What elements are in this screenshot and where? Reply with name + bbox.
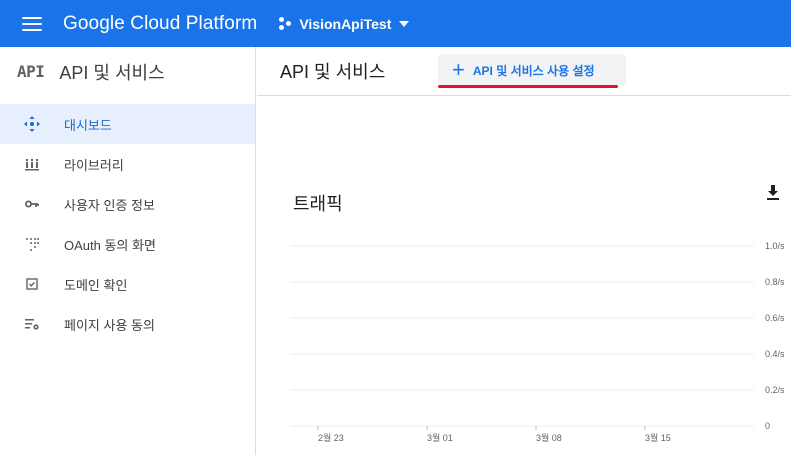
download-icon[interactable] (765, 184, 781, 202)
sidebar-item-label: 도메인 확인 (64, 277, 128, 293)
dashboard-icon (20, 115, 44, 133)
sidebar-item-dashboard[interactable]: 대시보드 (0, 104, 255, 144)
sidebar-item-label: 사용자 인증 정보 (64, 197, 155, 213)
y-tick-label: 0.8/s (765, 277, 785, 287)
y-tick-label: 0 (765, 421, 770, 431)
traffic-chart: 1.0/s 0.8/s 0.6/s 0.4/s 0.2/s 0 2월 23 3월 01 3월 0… (290, 241, 785, 443)
sidebar-item-label: 페이지 사용 동의 (64, 317, 155, 333)
sidebar-item-label: OAuth 동의 화면 (64, 237, 156, 253)
sidebar-item-library[interactable]: 라이브러리 (0, 144, 255, 184)
main-content: API 및 서비스 + API 및 서비스 사용 설정 트래픽 1.0/s 0.8… (257, 47, 791, 455)
x-tick-label: 2월 23 (318, 432, 344, 443)
checkbox-icon (20, 277, 44, 291)
sidebar-item-label: 라이브러리 (64, 157, 124, 173)
key-icon (20, 196, 44, 212)
sidebar-title: API 및 서비스 (59, 62, 165, 83)
project-name: VisionApiTest (299, 15, 392, 32)
enable-apis-label: API 및 서비스 사용 설정 (472, 63, 595, 78)
project-dots-icon (279, 16, 293, 31)
sidebar-item-domain-verification[interactable]: 도메인 확인 (0, 264, 255, 304)
x-tick-label: 3월 01 (427, 432, 453, 443)
top-bar: Google Cloud Platform VisionApiTest (0, 0, 791, 47)
traffic-title: 트래픽 (293, 194, 343, 214)
chevron-down-icon (399, 20, 410, 27)
y-tick-label: 0.2/s (765, 385, 785, 395)
y-tick-label: 0.6/s (765, 313, 785, 323)
x-tick-label: 3월 15 (645, 432, 671, 443)
settings-list-icon (20, 316, 44, 332)
sidebar-nav: 대시보드 라이브러리 사용자 인증 정보 OAuth 동의 화면 도메인 확인 … (0, 104, 255, 344)
library-icon (20, 156, 44, 172)
sidebar-header: API API 및 서비스 (0, 47, 255, 96)
page-title: API 및 서비스 (280, 62, 386, 82)
x-tick-label: 3월 08 (536, 432, 562, 443)
enable-apis-button[interactable]: + API 및 서비스 사용 설정 (438, 54, 626, 86)
sidebar-item-page-usage-agreement[interactable]: 페이지 사용 동의 (0, 304, 255, 344)
plus-icon: + (452, 57, 465, 82)
hamburger-menu-icon[interactable] (20, 12, 44, 36)
sidebar-item-oauth[interactable]: OAuth 동의 화면 (0, 224, 255, 264)
platform-brand[interactable]: Google Cloud Platform (63, 13, 257, 35)
project-selector[interactable]: VisionApiTest (279, 15, 410, 32)
sidebar: API API 및 서비스 대시보드 라이브러리 사용자 인증 정보 OAuth… (0, 47, 256, 455)
main-header: API 및 서비스 + API 및 서비스 사용 설정 (257, 47, 791, 96)
sidebar-item-label: 대시보드 (64, 117, 112, 133)
red-highlight-underline (438, 85, 618, 88)
sidebar-item-credentials[interactable]: 사용자 인증 정보 (0, 184, 255, 224)
y-tick-label: 0.4/s (765, 349, 785, 359)
y-tick-label: 1.0/s (765, 241, 785, 251)
oauth-dots-icon (20, 237, 44, 251)
api-logo: API (17, 62, 45, 81)
